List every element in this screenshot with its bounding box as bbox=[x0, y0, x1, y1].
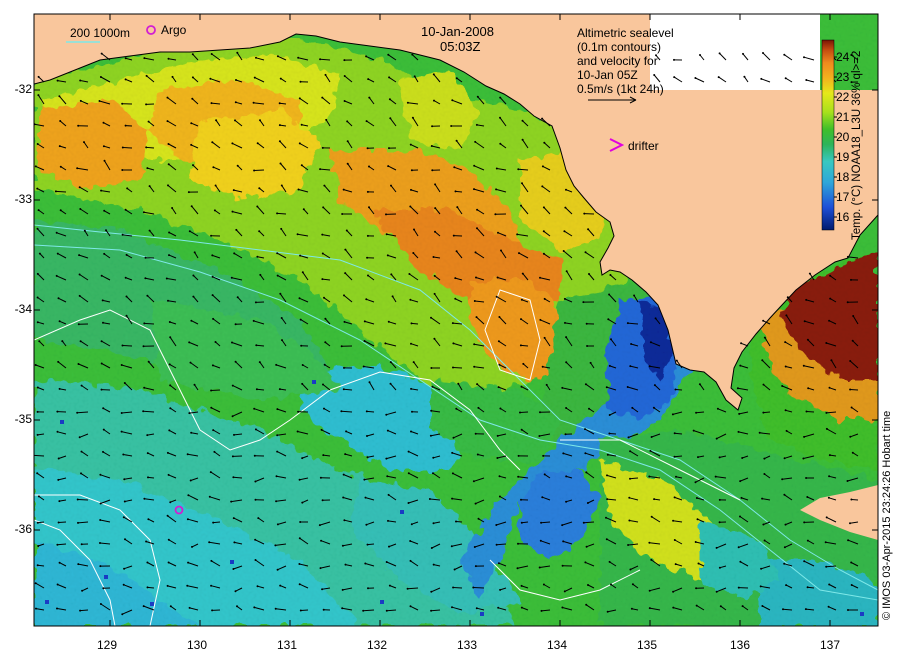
lon-tick-label: 136 bbox=[729, 638, 751, 652]
lon-tick-label: 133 bbox=[456, 638, 478, 652]
altimetry-line-4: 10-Jan 05Z bbox=[577, 68, 638, 82]
lat-tick-label: -33 bbox=[14, 192, 32, 206]
lon-tick-label: 129 bbox=[96, 638, 118, 652]
lon-tick-label: 131 bbox=[276, 638, 298, 652]
lon-tick-label: 135 bbox=[636, 638, 658, 652]
bathymetry-scale-label: 200 1000m bbox=[70, 26, 131, 40]
lat-tick-label: -35 bbox=[14, 412, 32, 426]
lon-tick-label: 130 bbox=[186, 638, 208, 652]
altimetry-line-1: Altimetric sealevel bbox=[577, 26, 674, 40]
drifter-label: drifter bbox=[628, 139, 659, 153]
argo-label: Argo bbox=[161, 23, 187, 37]
map-time: 05:03Z bbox=[440, 39, 481, 54]
altimetry-line-2: (0.1m contours) bbox=[577, 40, 662, 54]
altimetry-legend: Altimetric sealevel (0.1m contours) and … bbox=[577, 26, 674, 96]
map-date: 10-Jan-2008 bbox=[421, 24, 494, 39]
colorbar bbox=[821, 39, 835, 231]
lon-tick-label: 134 bbox=[546, 638, 568, 652]
lat-tick-label: -32 bbox=[14, 82, 32, 96]
sst-map[interactable] bbox=[0, 0, 900, 660]
colorbar-title: Temp. (°C) NOAA18_L3U 36% ql>=2 bbox=[851, 50, 863, 240]
altimetry-line-5: 0.5m/s (1kt 24h) bbox=[577, 82, 664, 96]
lon-tick-label: 132 bbox=[366, 638, 388, 652]
lon-tick-label: 137 bbox=[819, 638, 841, 652]
lat-tick-label: -36 bbox=[14, 522, 32, 536]
altimetry-line-3: and velocity for bbox=[577, 54, 658, 68]
lat-tick-label: -34 bbox=[14, 302, 32, 316]
credit-text: © IMOS 03-Apr-2015 23:24:26 Hobart time bbox=[881, 410, 893, 620]
